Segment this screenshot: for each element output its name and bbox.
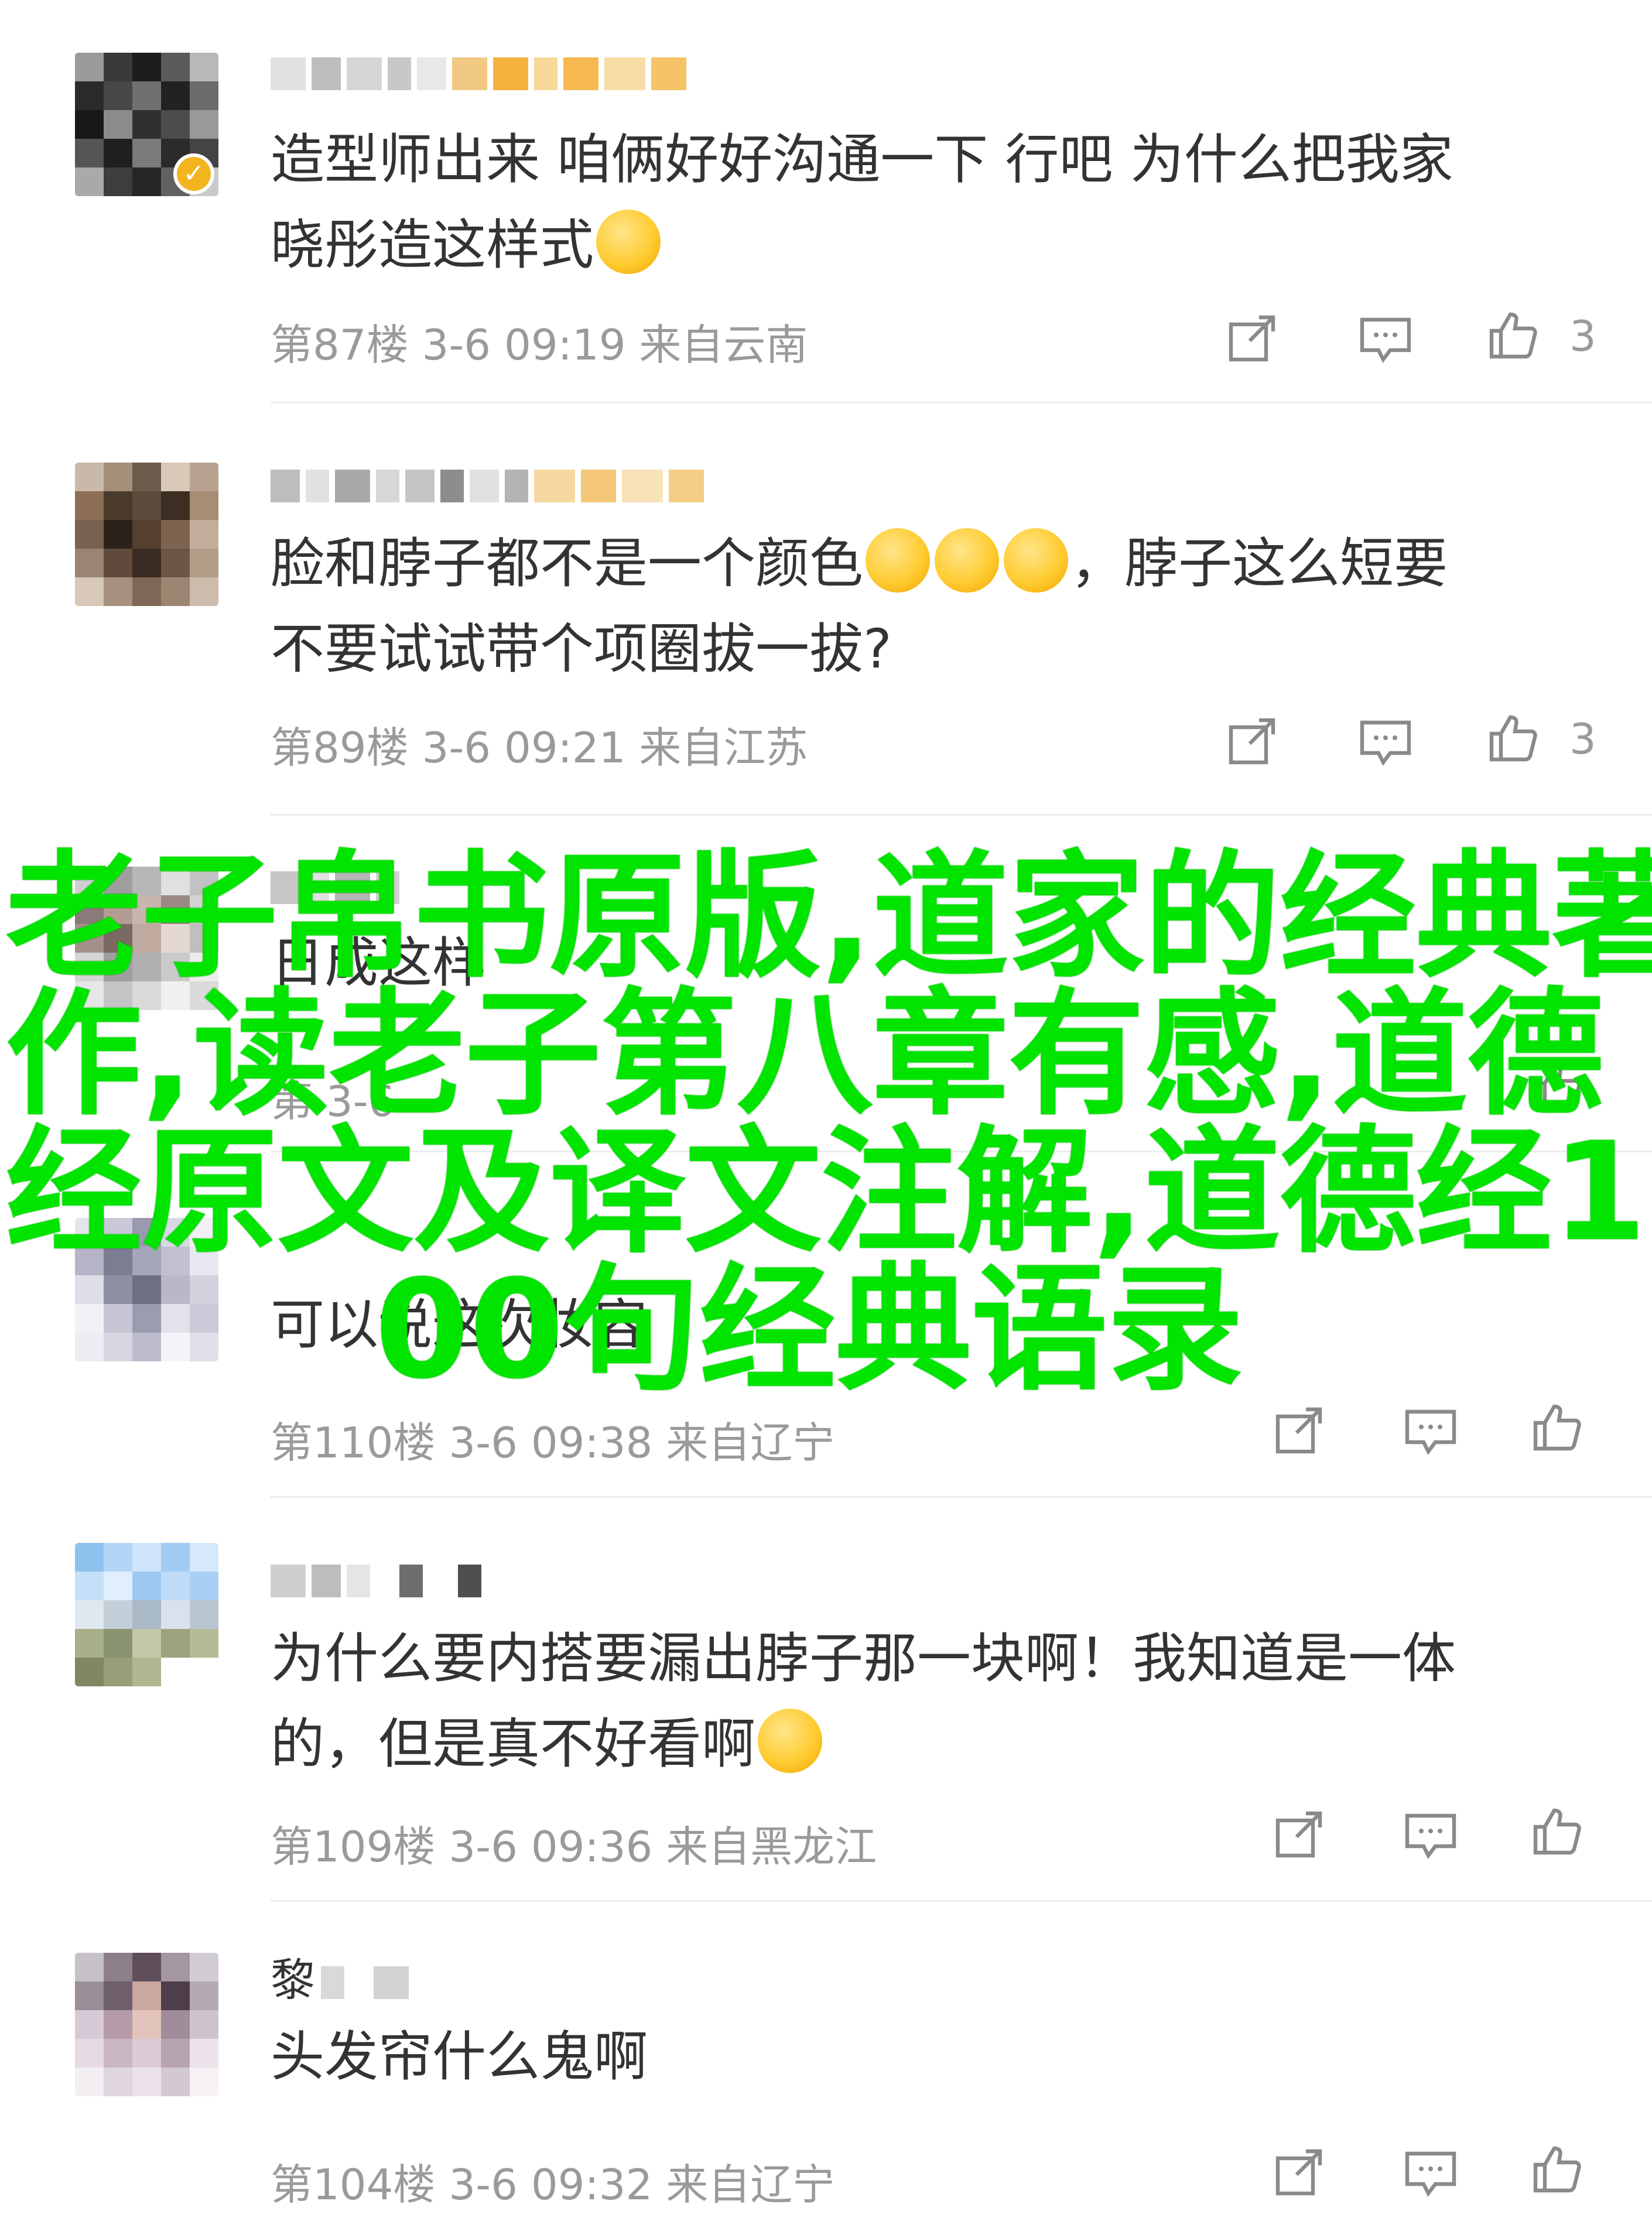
like-count: 3 [1569,714,1596,764]
reply-icon[interactable] [1357,713,1414,769]
like-icon[interactable] [1485,710,1541,766]
share-icon[interactable] [1224,310,1280,367]
sleepy-emoji-icon [1004,528,1069,593]
divider [271,1900,1652,1902]
like-icon[interactable] [1485,307,1541,364]
comment-meta: 第109楼 3-6 09:36 来自黑龙江 [271,1822,877,1871]
like-count: 3 [1569,312,1596,361]
sleepy-emoji-icon [866,528,931,593]
sleepy-emoji-icon [935,528,1000,593]
comment-meta: 第89楼 3-6 09:21 来自江苏 [271,723,808,772]
avatar[interactable] [75,1953,218,2096]
reply-icon[interactable] [1357,310,1414,367]
username[interactable]: 黎 [271,1944,409,2008]
share-icon[interactable] [1224,713,1280,769]
comment-meta: 第87楼 3-6 09:19 来自云南 [271,320,808,369]
like-icon[interactable] [1528,1803,1585,1860]
share-icon[interactable] [1271,1806,1327,1863]
reply-icon[interactable] [1403,1402,1459,1459]
comment-body: 脸和脖子都不是一个颜色 ，脖子这么短要 不要试试带个项圈拔一拔? [271,521,1588,692]
reply-icon[interactable] [1403,2144,1459,2200]
share-icon[interactable] [1271,2144,1327,2200]
divider [271,402,1652,403]
share-icon[interactable] [1271,1402,1327,1459]
comment-body: 造型师出来 咱俩好好沟通一下 行吧 为什么把我家 晓彤造这样式 [271,128,1453,276]
overlay-title-line: 作,读老子第八章有感,道德 [6,976,1604,1134]
overlay-title-line: 经原文及译文注解,道德经1 [6,1113,1647,1271]
crying-emoji-icon [596,210,661,274]
divider [271,814,1652,816]
username-blurred[interactable] [271,463,704,509]
avatar[interactable] [75,1543,218,1686]
divider [271,1496,1652,1498]
like-icon[interactable] [1528,1399,1585,1456]
overlay-title-line: 老子帛书原版,道家的经典著 [6,838,1652,996]
comment-meta: 第104楼 3-6 09:32 来自辽宁 [271,2160,835,2209]
username-blurred[interactable] [271,1558,481,1604]
username-blurred[interactable] [271,50,686,97]
avatar[interactable] [75,463,218,606]
overlay-title-line: 00句经典语录 [375,1251,1243,1409]
comment-body: 为什么要内搭要漏出脖子那一块啊！我知道是一体 的，但是真不好看啊 [271,1627,1456,1775]
comment-meta: 第110楼 3-6 09:38 来自辽宁 [271,1418,835,1467]
sweat-smile-emoji-icon [758,1709,823,1773]
comment-body: 头发帘什么鬼啊 [271,2025,648,2088]
verified-badge-icon: ✓ [173,153,214,194]
reply-icon[interactable] [1403,1806,1459,1863]
like-icon[interactable] [1528,2141,1585,2198]
